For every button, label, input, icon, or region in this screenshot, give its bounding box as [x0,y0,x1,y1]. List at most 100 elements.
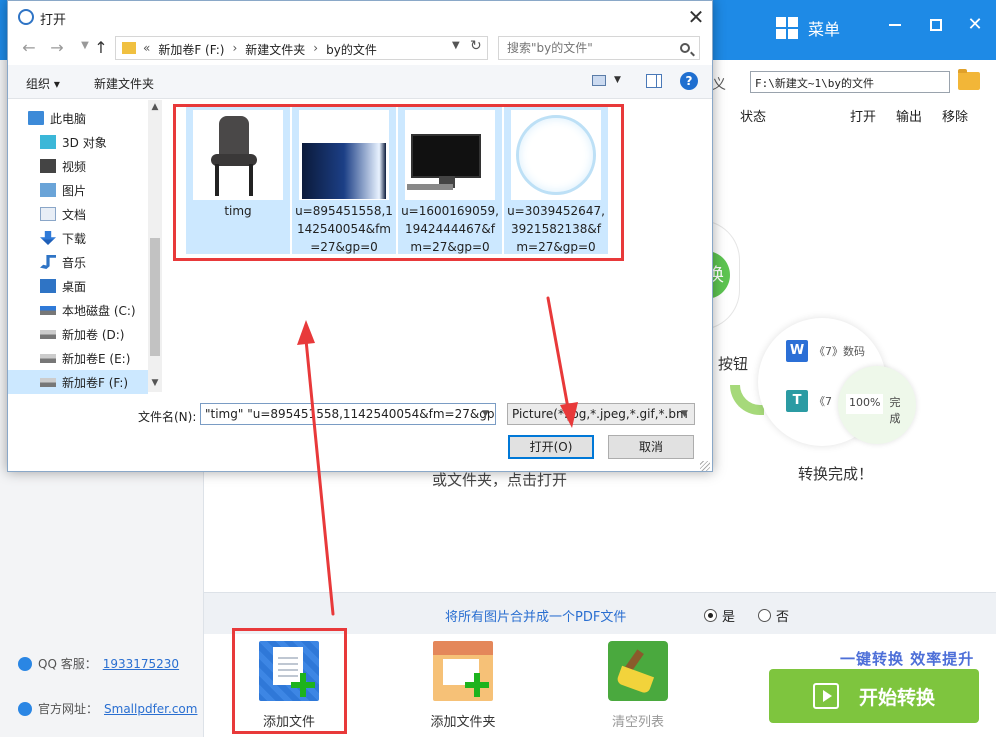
clear-list-label: 清空列表 [611,715,664,730]
preview-pane-icon[interactable] [646,74,662,88]
help-icon[interactable]: ? [680,72,698,90]
view-mode-icon[interactable] [592,75,606,86]
breadcrumb-item[interactable]: 新建文件夹 [245,41,305,58]
dialog-title: 打开 [40,13,67,28]
merge-option-label: 将所有图片合并成一个PDF文件 [445,610,627,625]
qq-label: QQ 客服： [38,657,97,671]
nav-item-drive-f[interactable]: 新加卷F (F:) [8,370,148,394]
scrollbar-thumb[interactable] [150,238,160,356]
add-file-highlight [232,628,347,734]
chevron-right-icon[interactable]: › [313,41,318,58]
forward-arrow-icon[interactable]: → [48,38,66,57]
cube-icon [40,135,56,149]
music-icon [40,255,56,269]
official-site: 官方网址： Smallpdfer.com [18,700,197,717]
search-input[interactable] [498,36,700,60]
maximize-icon [930,19,942,31]
broom-icon [608,641,668,701]
desktop-icon [40,279,56,293]
qq-support: QQ 客服： 1933175230 [18,655,179,672]
scroll-up-icon[interactable]: ▲ [148,102,162,112]
drive-icon [40,305,56,315]
minimize-icon [889,24,901,26]
breadcrumb-item[interactable]: by的文件 [326,41,377,58]
breadcrumb-overflow[interactable]: « [143,41,150,58]
merge-yes-radio[interactable]: 是 [704,606,735,625]
nav-item-this-pc[interactable]: 此电脑 [28,106,168,130]
output-path-input[interactable]: F:\新建文~1\by的文件 [750,71,950,93]
breadcrumb-item[interactable]: 新加卷F (F:) [158,41,224,58]
video-icon [40,159,56,173]
filename-input[interactable]: "timg" "u=895451558,1142540054&fm=27&gp [200,403,496,425]
browse-folder-icon[interactable] [958,69,980,90]
chevron-right-icon[interactable]: › [232,41,237,58]
chevron-down-icon[interactable]: ▼ [452,40,460,51]
dialog-navigation-row: ← → ▼ ↑ « 新加卷F (F:) › 新建文件夹 › by的文件 ▼ ↻ [8,34,712,62]
progress-bubble: 100% 完成 [838,366,916,444]
app-close-button[interactable]: ✕ [960,14,990,35]
refresh-icon[interactable]: ↻ [470,38,482,54]
qq-icon [18,656,32,671]
filename-row: 文件名(N): "timg" "u=895451558,1142540054&f… [8,399,712,429]
add-folder-button[interactable]: 添加文件夹 [413,641,513,730]
address-bar[interactable]: « 新加卷F (F:) › 新建文件夹 › by的文件 ▼ ↻ [115,36,488,60]
scroll-down-icon[interactable]: ▼ [148,378,162,388]
add-folder-label: 添加文件夹 [430,715,496,730]
breadcrumb: « 新加卷F (F:) › 新建文件夹 › by的文件 [143,41,377,58]
illustration-row-text-file: T 《7 [786,390,832,412]
file-type-select[interactable]: Picture(*.jpg,*.jpeg,*.gif,*.bm [507,403,695,425]
nav-item-label: 新加卷E (E:) [62,351,131,366]
text-file-icon: T [786,390,808,412]
dialog-close-button[interactable]: ✕ [684,5,708,29]
resize-grip-icon[interactable] [700,461,710,471]
nav-item-label: 音乐 [62,255,87,270]
radio-unchecked-icon [758,609,771,622]
picture-icon [40,183,56,197]
merge-no-radio[interactable]: 否 [758,606,789,625]
chevron-down-icon[interactable]: ▼ [482,409,489,419]
menu-label: 菜单 [808,20,841,39]
drive-icon [40,353,56,363]
chevron-down-icon[interactable]: ▼ [614,75,621,85]
progress-label: 完成 [889,396,901,425]
filename-label: 文件名(N): [138,410,197,424]
column-output: 输出 [896,110,923,125]
cancel-button[interactable]: 取消 [608,435,694,459]
column-open: 打开 [850,110,877,125]
merge-no-label: 否 [776,610,790,625]
site-link[interactable]: Smallpdfer.com [104,702,197,716]
nav-item-label: 新加卷F (F:) [62,375,129,390]
progress-value: 100% [846,394,884,414]
nav-item-label: 视频 [62,159,87,174]
play-icon [812,683,839,709]
app-minimize-button[interactable] [880,14,910,35]
chevron-down-icon[interactable]: ▼ [681,409,688,419]
slogan-text: 一键转换 效率提升 [840,650,975,668]
organize-menu[interactable]: 组织 ▾ [26,75,60,92]
navigation-scrollbar[interactable]: ▲ ▼ [148,100,162,392]
column-remove: 移除 [942,110,969,125]
start-convert-button[interactable]: 开始转换 [769,669,979,723]
nav-item-label: 图片 [62,183,87,198]
back-arrow-icon[interactable]: ← [20,38,38,57]
menu-button[interactable]: 菜单 [776,16,840,40]
dialog-title-bar: 打开 ✕ [8,1,712,33]
clear-list-button[interactable]: 清空列表 [588,641,688,730]
dialog-button-row: 打开(O) 取消 [8,435,712,463]
search-icon [680,43,690,53]
conversion-done-text: 转换完成！ [798,465,874,483]
merge-yes-label: 是 [722,610,736,625]
illustration-row-word: W 《7》数码 [786,340,865,362]
drive-icon [40,329,56,339]
word-file-icon: W [786,340,808,362]
qq-number-link[interactable]: 1933175230 [103,657,179,671]
illustration-button-text: 按钮 [718,355,749,373]
start-convert-label: 开始转换 [858,686,935,709]
app-maximize-button[interactable] [921,14,951,35]
new-folder-button[interactable]: 新建文件夹 [94,75,154,92]
illustration-row-text: 《7》数码 [814,345,865,358]
up-arrow-icon[interactable]: ↑ [92,38,110,57]
open-button[interactable]: 打开(O) [508,435,594,459]
drop-hint-text: 或文件夹，点击打开 [432,471,568,489]
nav-item-label: 3D 对象 [62,135,107,150]
